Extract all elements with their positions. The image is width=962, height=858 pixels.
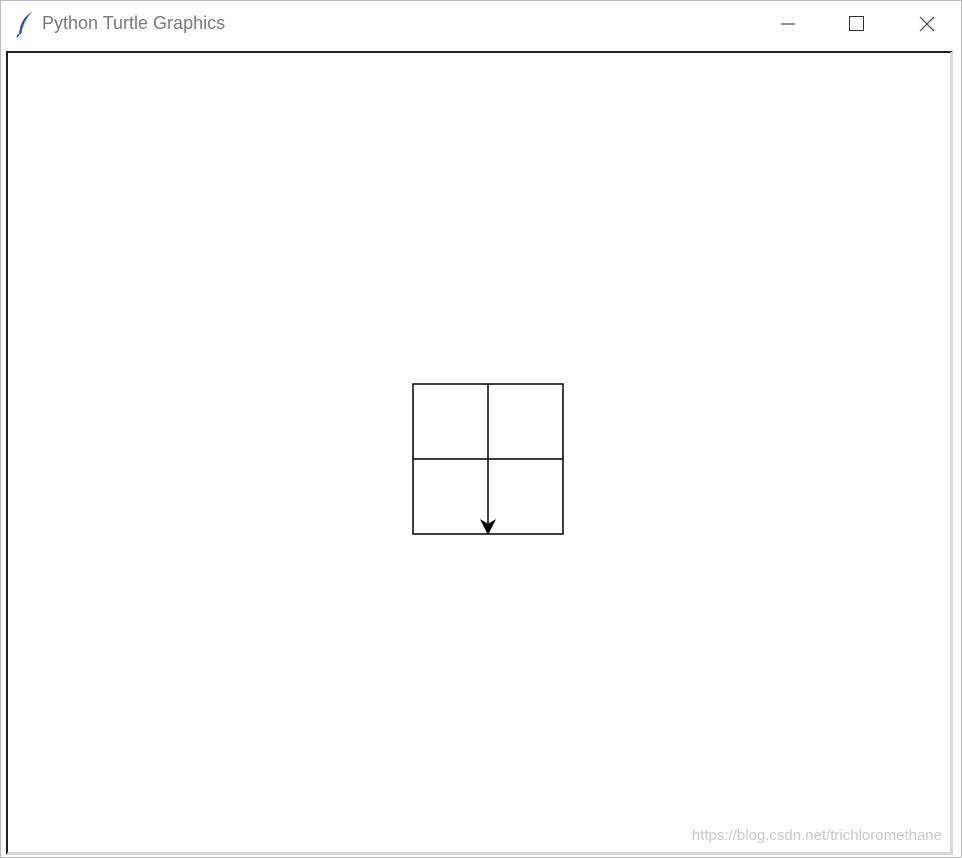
feather-icon bbox=[16, 11, 33, 38]
maximize-button[interactable] bbox=[822, 1, 892, 46]
close-button[interactable] bbox=[891, 1, 961, 46]
turtle-canvas[interactable] bbox=[8, 53, 950, 852]
close-icon bbox=[919, 16, 935, 32]
drawn-grid bbox=[412, 383, 564, 535]
turtle-window: Python Turtle Graphics https://blog.csdn… bbox=[0, 0, 962, 858]
window-title: Python Turtle Graphics bbox=[42, 13, 226, 33]
title-bar[interactable]: Python Turtle Graphics bbox=[1, 1, 961, 46]
maximize-icon bbox=[849, 16, 864, 31]
canvas-frame: https://blog.csdn.net/trichloromethane bbox=[6, 51, 953, 855]
watermark-text: https://blog.csdn.net/trichloromethane bbox=[691, 827, 942, 844]
minimize-icon bbox=[781, 23, 795, 25]
minimize-button[interactable] bbox=[753, 1, 823, 46]
